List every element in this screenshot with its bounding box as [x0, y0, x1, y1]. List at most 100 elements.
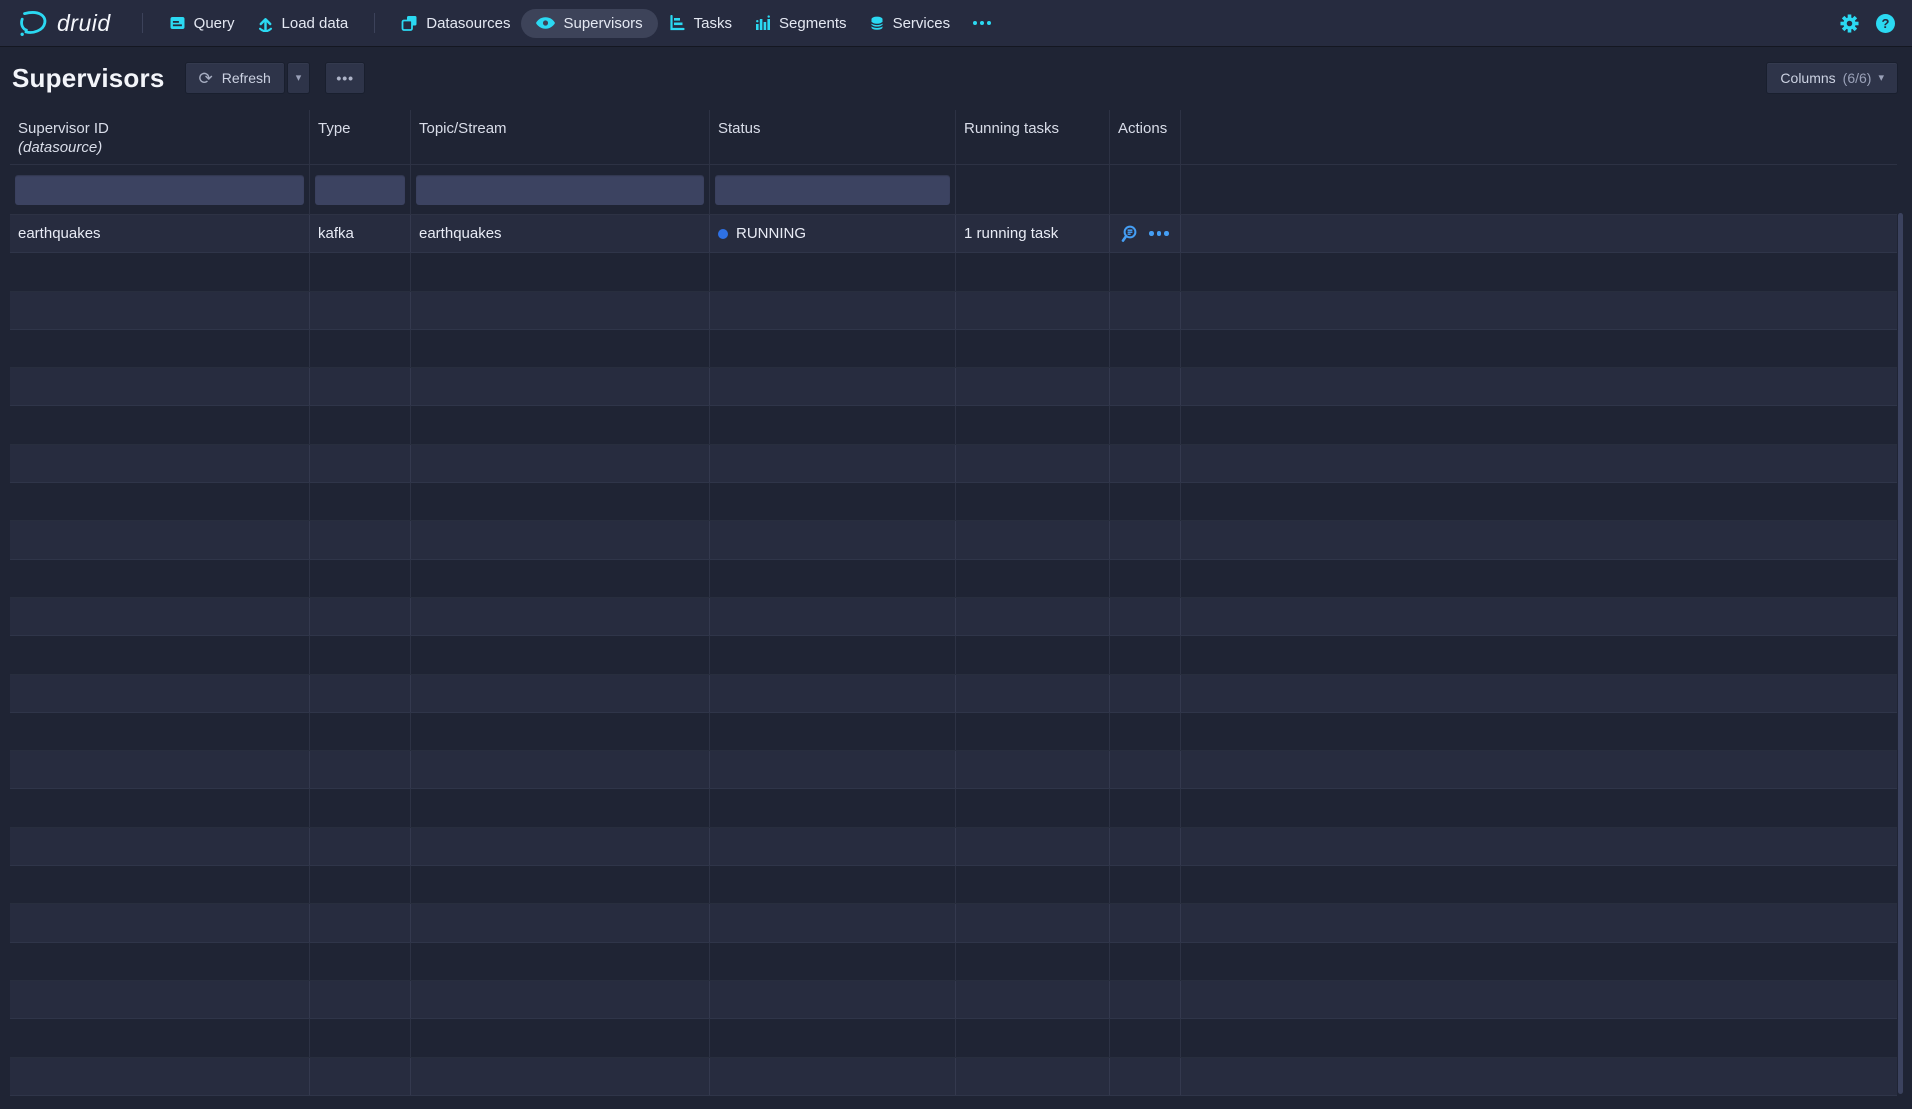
nav-more-icon[interactable] — [973, 21, 991, 25]
status-filter-input[interactable] — [715, 175, 950, 205]
empty-cell — [10, 598, 310, 635]
empty-cell — [310, 636, 411, 673]
empty-cell — [411, 330, 710, 367]
help-icon[interactable]: ? — [1876, 14, 1895, 33]
empty-cell — [310, 904, 411, 941]
empty-cell — [956, 751, 1110, 788]
nav-item-datasources[interactable]: Datasources — [390, 9, 521, 38]
table-row-empty — [10, 1019, 1897, 1057]
empty-cell — [1110, 636, 1181, 673]
nav-item-tasks[interactable]: Tasks — [658, 9, 743, 38]
filter-cell — [1110, 165, 1181, 214]
empty-cell — [1110, 1058, 1181, 1095]
nav-item-label: Services — [893, 15, 951, 32]
empty-cell — [411, 1019, 710, 1056]
empty-cell — [956, 445, 1110, 482]
filter-cell — [956, 165, 1110, 214]
empty-cell — [956, 1058, 1110, 1095]
running-tasks-cell[interactable]: 1 running task — [956, 215, 1110, 252]
empty-cell — [956, 636, 1110, 673]
magnifying-glass-detail-icon[interactable] — [1120, 225, 1138, 243]
nav-item-services[interactable]: Services — [858, 9, 962, 38]
empty-cell — [310, 943, 411, 980]
gear-icon[interactable] — [1840, 14, 1859, 33]
empty-cell — [310, 292, 411, 329]
nav-item-load-data[interactable]: Load data — [246, 9, 360, 38]
supervisor-id-filter-input[interactable] — [15, 175, 304, 205]
refresh-icon: ⟳ — [199, 70, 213, 87]
empty-cell — [10, 981, 310, 1018]
empty-cell — [10, 943, 310, 980]
table-row-empty — [10, 521, 1897, 559]
empty-cell — [956, 981, 1110, 1018]
empty-cell — [956, 483, 1110, 520]
empty-cell — [411, 904, 710, 941]
topic-stream-filter-input[interactable] — [416, 175, 704, 205]
empty-cell — [710, 675, 956, 712]
nav-item-supervisors[interactable]: Supervisors — [521, 9, 657, 38]
empty-cell — [310, 789, 411, 826]
column-header-actions[interactable]: Actions — [1110, 110, 1181, 164]
more-actions-button[interactable]: ••• — [325, 62, 365, 94]
table-row-empty — [10, 292, 1897, 330]
empty-cell — [956, 789, 1110, 826]
empty-cell — [1181, 904, 1897, 941]
type-filter-input[interactable] — [315, 175, 405, 205]
type-cell[interactable]: kafka — [310, 215, 411, 252]
columns-picker-button[interactable]: Columns (6/6) ▾ — [1766, 62, 1898, 94]
empty-cell — [956, 904, 1110, 941]
druid-logo[interactable]: druid — [17, 8, 111, 38]
empty-cell — [10, 521, 310, 558]
empty-cell — [710, 521, 956, 558]
topic-stream-cell[interactable]: earthquakes — [411, 215, 710, 252]
table-row-empty — [10, 445, 1897, 483]
empty-cell — [411, 789, 710, 826]
empty-cell — [310, 866, 411, 903]
empty-cell — [710, 1019, 956, 1056]
empty-cell — [710, 866, 956, 903]
column-header-topic-stream[interactable]: Topic/Stream — [411, 110, 710, 164]
vertical-scrollbar-thumb[interactable] — [1898, 213, 1903, 1094]
empty-cell — [411, 636, 710, 673]
table-row-empty — [10, 636, 1897, 674]
empty-cell — [1110, 789, 1181, 826]
table-row-empty — [10, 1058, 1897, 1096]
empty-cell — [1110, 866, 1181, 903]
empty-cell — [411, 981, 710, 1018]
column-header-status[interactable]: Status — [710, 110, 956, 164]
table-row-empty — [10, 828, 1897, 866]
more-icon[interactable] — [1149, 231, 1169, 236]
empty-cell — [10, 1058, 310, 1095]
empty-cell — [1110, 904, 1181, 941]
column-header-supervisor-id[interactable]: Supervisor ID (datasource) — [10, 110, 310, 164]
empty-cell — [411, 368, 710, 405]
empty-cell — [1181, 521, 1897, 558]
refresh-interval-dropdown-button[interactable]: ▾ — [287, 62, 311, 94]
empty-cell — [1181, 483, 1897, 520]
empty-cell — [10, 330, 310, 367]
empty-cell — [411, 483, 710, 520]
column-header-label: Supervisor ID — [18, 120, 109, 137]
status-cell[interactable]: RUNNING — [710, 215, 956, 252]
empty-cell — [10, 560, 310, 597]
empty-cell — [956, 828, 1110, 865]
empty-cell — [10, 636, 310, 673]
gantt-chart-icon — [669, 15, 686, 31]
empty-cell — [710, 368, 956, 405]
empty-cell — [956, 943, 1110, 980]
empty-cell — [956, 253, 1110, 290]
column-header-running-tasks[interactable]: Running tasks — [956, 110, 1110, 164]
supervisor-id-cell[interactable]: earthquakes — [10, 215, 310, 252]
empty-cell — [1181, 828, 1897, 865]
column-header-type[interactable]: Type — [310, 110, 411, 164]
nav-item-segments[interactable]: Segments — [743, 9, 858, 38]
refresh-button[interactable]: ⟳ Refresh — [185, 62, 285, 94]
empty-cell — [10, 675, 310, 712]
empty-cell — [10, 406, 310, 443]
empty-cell — [1110, 675, 1181, 712]
empty-cell — [411, 560, 710, 597]
nav-item-query[interactable]: Query — [158, 9, 246, 38]
empty-cell — [710, 904, 956, 941]
column-header-label: Status — [718, 120, 761, 137]
database-icon — [869, 15, 885, 32]
